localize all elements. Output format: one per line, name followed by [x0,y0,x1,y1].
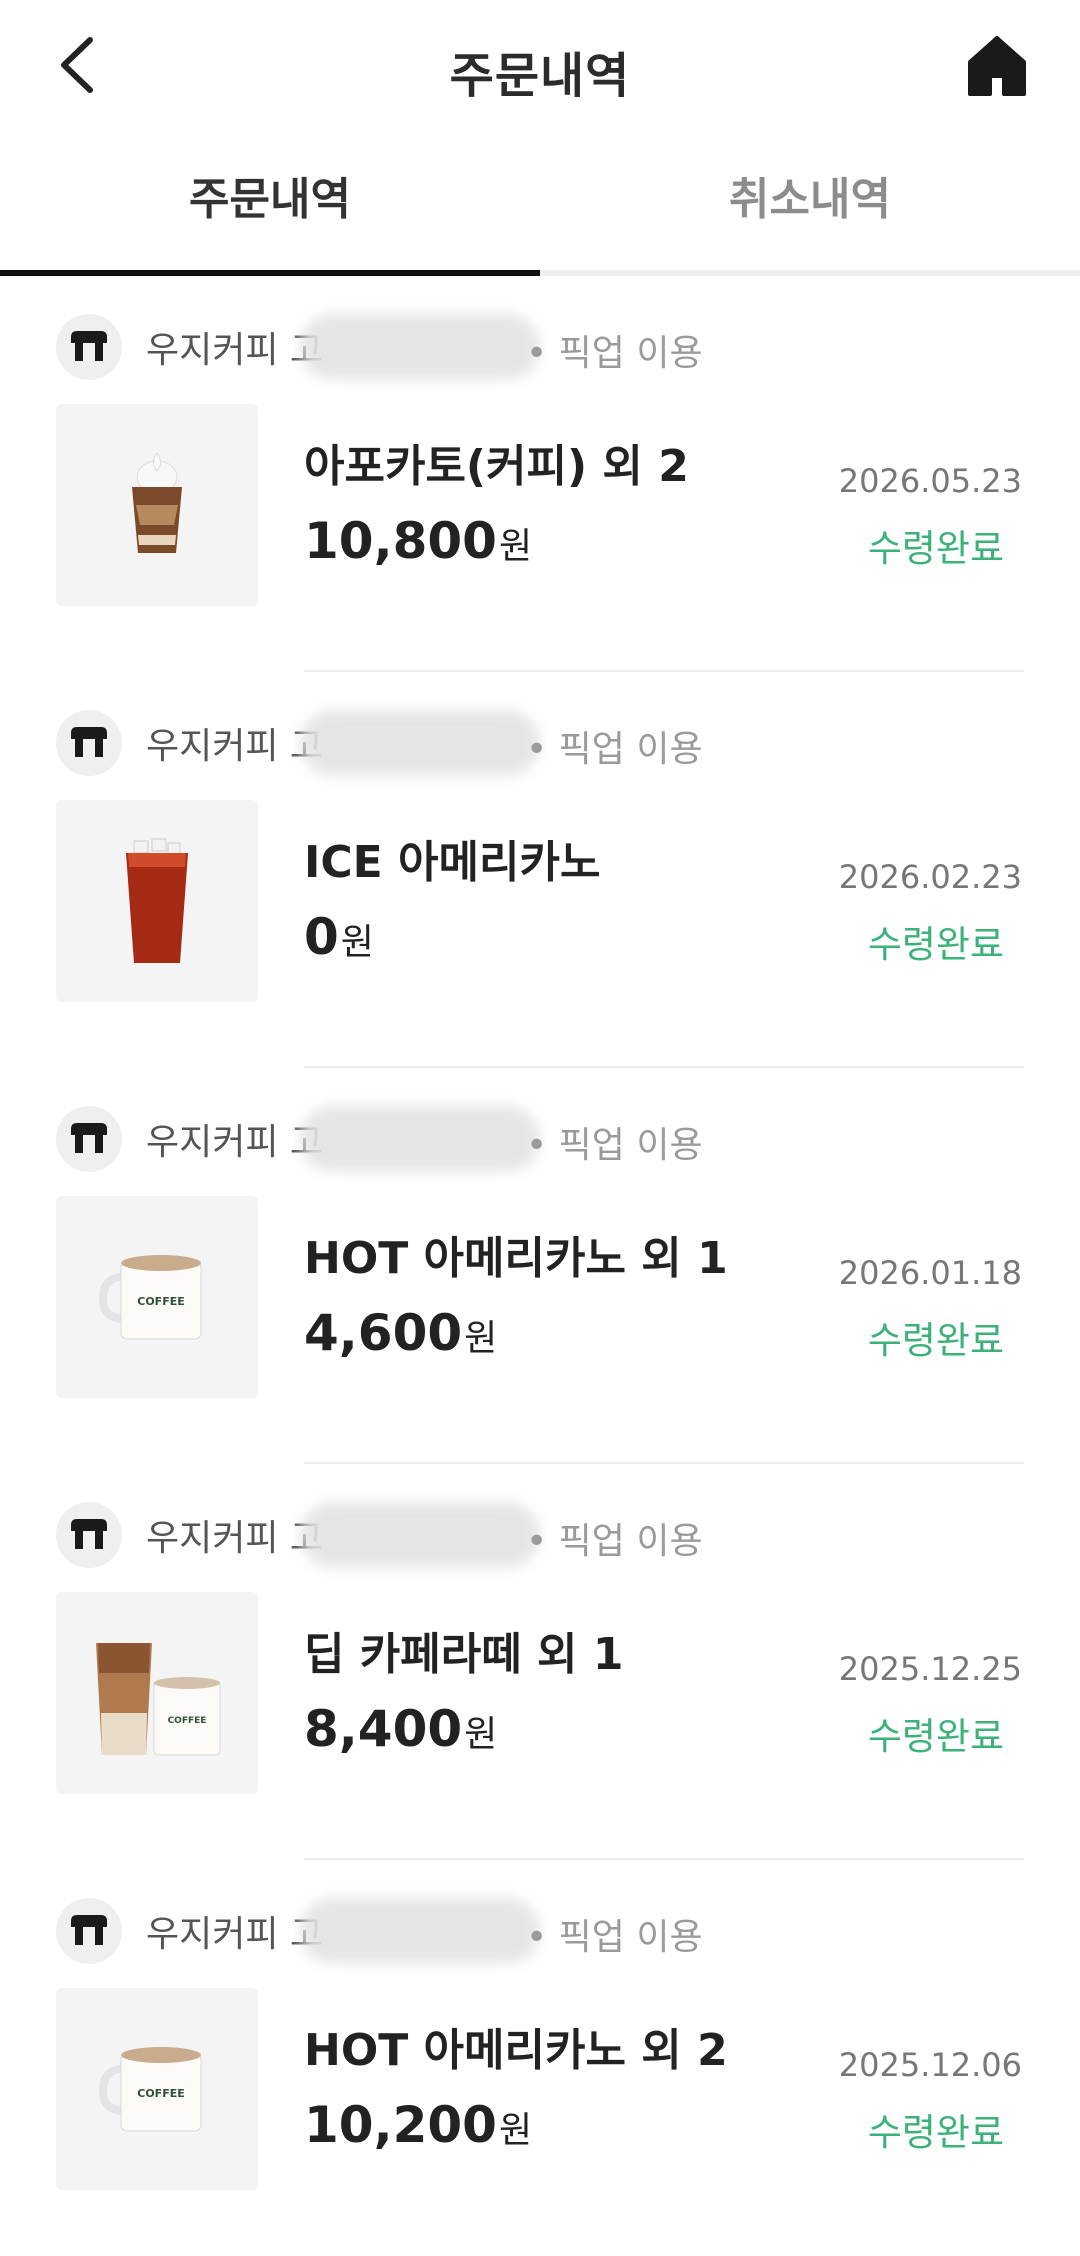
order-price: 10,200원 [304,2096,532,2154]
store-row: 우지커피 고 • 픽업 이용 [56,710,703,776]
order-price: 4,600원 [304,1304,497,1362]
order-date: 2025.12.06 [838,2046,1022,2084]
order-date: 2026.01.18 [838,1254,1022,1292]
order-status: 수령완료 [867,1319,1004,1362]
order-price: 8,400원 [304,1700,497,1758]
tab-cancel-history[interactable]: 취소내역 [540,135,1080,270]
product-thumbnail: COFFEE [56,1196,258,1398]
order-status: 수령완료 [867,527,1004,570]
price-amount: 4,600 [304,1304,463,1362]
redacted-store-name [300,710,540,776]
order-price: 10,800원 [304,512,532,570]
order-list: 우지커피 고 • 픽업 이용 아포카토(커피) 외 2 10,800원 2026… [0,276,1080,2256]
price-unit: 원 [464,1714,498,1755]
order-status: 수령완료 [867,923,1004,966]
product-thumbnail: COFFEE [56,1988,258,2190]
price-unit: 원 [498,2110,533,2151]
app-header: 주문내역 [0,0,1080,135]
svg-text:COFFEE: COFFEE [137,1295,184,1308]
item-name: HOT 아메리카노 외 1 [304,1233,728,1284]
store-icon [56,1898,122,1964]
item-name: ICE 아메리카노 [304,837,601,888]
store-row: 우지커피 고 • 픽업 이용 [56,1898,703,1964]
store-row: 우지커피 고 • 픽업 이용 [56,1502,703,1568]
pickup-label: • 픽업 이용 [526,729,703,770]
svg-text:COFFEE: COFFEE [168,1716,207,1726]
cafe-latte-image: COFFEE [96,1643,221,1756]
order-date: 2026.05.23 [838,462,1022,500]
price-unit: 원 [498,526,533,567]
order-date: 2025.12.25 [838,1650,1022,1688]
affogato-image [132,452,182,553]
redacted-store-name [300,1898,540,1964]
order-item[interactable]: 우지커피 고 • 픽업 이용 COFFEE 딥 카페라떼 외 1 8,400원 … [0,1464,1080,1860]
product-thumbnail [56,404,258,606]
hot-americano-mug-image: COFFEE [98,1255,202,1340]
pickup-label: • 픽업 이용 [526,333,703,374]
pickup-label: • 픽업 이용 [526,1917,703,1958]
price-amount: 8,400 [304,1700,463,1758]
order-price: 0원 [304,908,374,966]
order-item[interactable]: 우지커피 고 • 픽업 이용 아포카토(커피) 외 2 10,800원 2026… [0,276,1080,672]
store-name: 우지커피 고 [146,726,324,767]
store-name: 우지커피 고 [146,1518,324,1559]
hot-americano-mug-image: COFFEE [98,2047,202,2132]
item-name: 아포카토(커피) 외 2 [304,441,689,492]
redacted-store-name [300,1106,540,1172]
store-name: 우지커피 고 [146,330,324,371]
order-item[interactable]: 우지커피 고 • 픽업 이용 COFFEE HOT 아메리카노 외 2 10,2… [0,1860,1080,2256]
home-icon [968,36,1026,96]
order-date: 2026.02.23 [838,858,1022,896]
redacted-store-name [300,314,540,380]
redacted-store-name [300,1502,540,1568]
order-item[interactable]: 우지커피 고 • 픽업 이용 ICE 아메리카노 0원 2026.02.23 수… [0,672,1080,1068]
price-amount: 0 [304,908,339,966]
product-thumbnail [56,800,258,1002]
store-name: 우지커피 고 [146,1914,324,1955]
page-title: 주문내역 [449,48,631,104]
pickup-label: • 픽업 이용 [526,1125,703,1166]
store-icon [56,314,122,380]
store-icon [56,1106,122,1172]
order-item[interactable]: 우지커피 고 • 픽업 이용 COFFEE HOT 아메리카노 외 1 4,60… [0,1068,1080,1464]
price-amount: 10,800 [304,512,497,570]
price-unit: 원 [464,1318,498,1359]
store-row: 우지커피 고 • 픽업 이용 [56,1106,703,1172]
tab-bar: 주문내역 취소내역 [0,135,1080,276]
store-row: 우지커피 고 • 픽업 이용 [56,314,703,380]
item-name: HOT 아메리카노 외 2 [304,2025,728,2076]
svg-text:COFFEE: COFFEE [137,2087,184,2100]
home-button[interactable] [966,34,1028,98]
store-icon [56,710,122,776]
store-name: 우지커피 고 [146,1122,324,1163]
product-thumbnail: COFFEE [56,1592,258,1794]
price-unit: 원 [340,922,374,963]
pickup-label: • 픽업 이용 [526,1521,703,1562]
order-status: 수령완료 [867,1715,1004,1758]
iced-americano-image [126,838,188,963]
price-amount: 10,200 [304,2096,497,2154]
tab-order-history[interactable]: 주문내역 [0,135,540,270]
store-icon [56,1502,122,1568]
item-name: 딥 카페라떼 외 1 [304,1629,624,1680]
order-status: 수령완료 [867,2111,1004,2154]
